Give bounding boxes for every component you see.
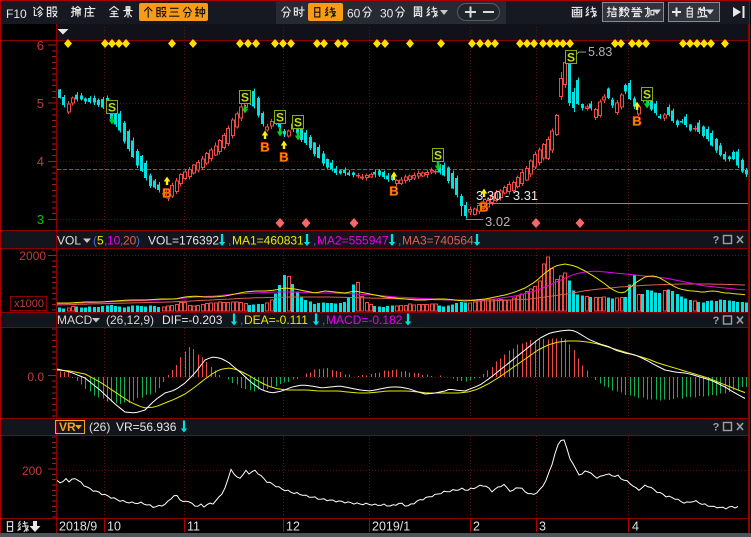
svg-text:4: 4: [632, 520, 639, 534]
svg-text:B: B: [260, 140, 269, 155]
svg-text:5: 5: [97, 234, 104, 248]
svg-text:3: 3: [539, 520, 546, 534]
svg-text:B: B: [279, 150, 288, 165]
svg-text:60: 60: [347, 7, 361, 21]
svg-text:30: 30: [380, 7, 394, 21]
svg-text:MACD=-0.182: MACD=-0.182: [326, 313, 403, 327]
svg-text:12: 12: [286, 520, 300, 534]
svg-text:S: S: [643, 88, 651, 102]
svg-text:,: ,: [313, 234, 316, 248]
svg-text:0.0: 0.0: [27, 370, 44, 384]
svg-text:x1000: x1000: [14, 298, 44, 310]
svg-text:DIF=-0.203: DIF=-0.203: [162, 313, 223, 327]
svg-text:2: 2: [473, 520, 480, 534]
svg-text:MACD: MACD: [57, 313, 93, 327]
svg-text:MA1=460831: MA1=460831: [232, 234, 304, 248]
svg-text:MA3=740564: MA3=740564: [402, 234, 474, 248]
svg-text:3: 3: [37, 212, 44, 227]
svg-text:5: 5: [37, 96, 44, 111]
svg-text:VOL: VOL: [57, 234, 81, 248]
svg-text:,: ,: [240, 313, 243, 327]
svg-text:S: S: [108, 101, 116, 115]
svg-text:10: 10: [107, 234, 121, 248]
svg-text:VOL=176392: VOL=176392: [148, 234, 219, 248]
svg-text:S: S: [241, 91, 249, 105]
svg-text:S: S: [294, 116, 302, 130]
svg-text:B: B: [632, 114, 641, 129]
svg-text:3.02: 3.02: [485, 214, 510, 229]
svg-text:2019/1: 2019/1: [372, 520, 410, 534]
svg-text:6: 6: [37, 38, 44, 53]
svg-text:MA2=555947: MA2=555947: [317, 234, 389, 248]
svg-text:DEA=-0.111: DEA=-0.111: [244, 313, 308, 327]
svg-text:20: 20: [123, 234, 137, 248]
svg-text:10: 10: [107, 520, 121, 534]
svg-text:,: ,: [228, 234, 231, 248]
svg-text:?: ?: [713, 235, 720, 247]
svg-text:3.30 - 3.31: 3.30 - 3.31: [476, 188, 538, 203]
svg-text:200: 200: [22, 464, 42, 478]
svg-text:2018/9: 2018/9: [59, 520, 97, 534]
svg-text:S: S: [434, 149, 442, 163]
svg-text:(26,12,9): (26,12,9): [106, 313, 154, 327]
svg-text:?: ?: [713, 315, 720, 327]
svg-text:B: B: [389, 184, 398, 199]
svg-text:VR=56.936: VR=56.936: [116, 420, 177, 434]
svg-text:11: 11: [187, 520, 200, 534]
svg-text:): ): [136, 234, 140, 248]
svg-text:S: S: [276, 111, 284, 125]
svg-text:F10: F10: [6, 7, 27, 21]
svg-text:B: B: [162, 186, 171, 201]
svg-text:2000: 2000: [19, 249, 46, 263]
svg-text:VR: VR: [59, 420, 76, 434]
svg-text:S: S: [567, 51, 575, 65]
svg-text:(26): (26): [89, 420, 110, 434]
svg-text:4: 4: [37, 154, 44, 169]
svg-text:,: ,: [398, 234, 401, 248]
svg-text:,: ,: [322, 313, 325, 327]
svg-text:?: ?: [713, 422, 720, 434]
svg-text:5.83: 5.83: [588, 45, 612, 59]
